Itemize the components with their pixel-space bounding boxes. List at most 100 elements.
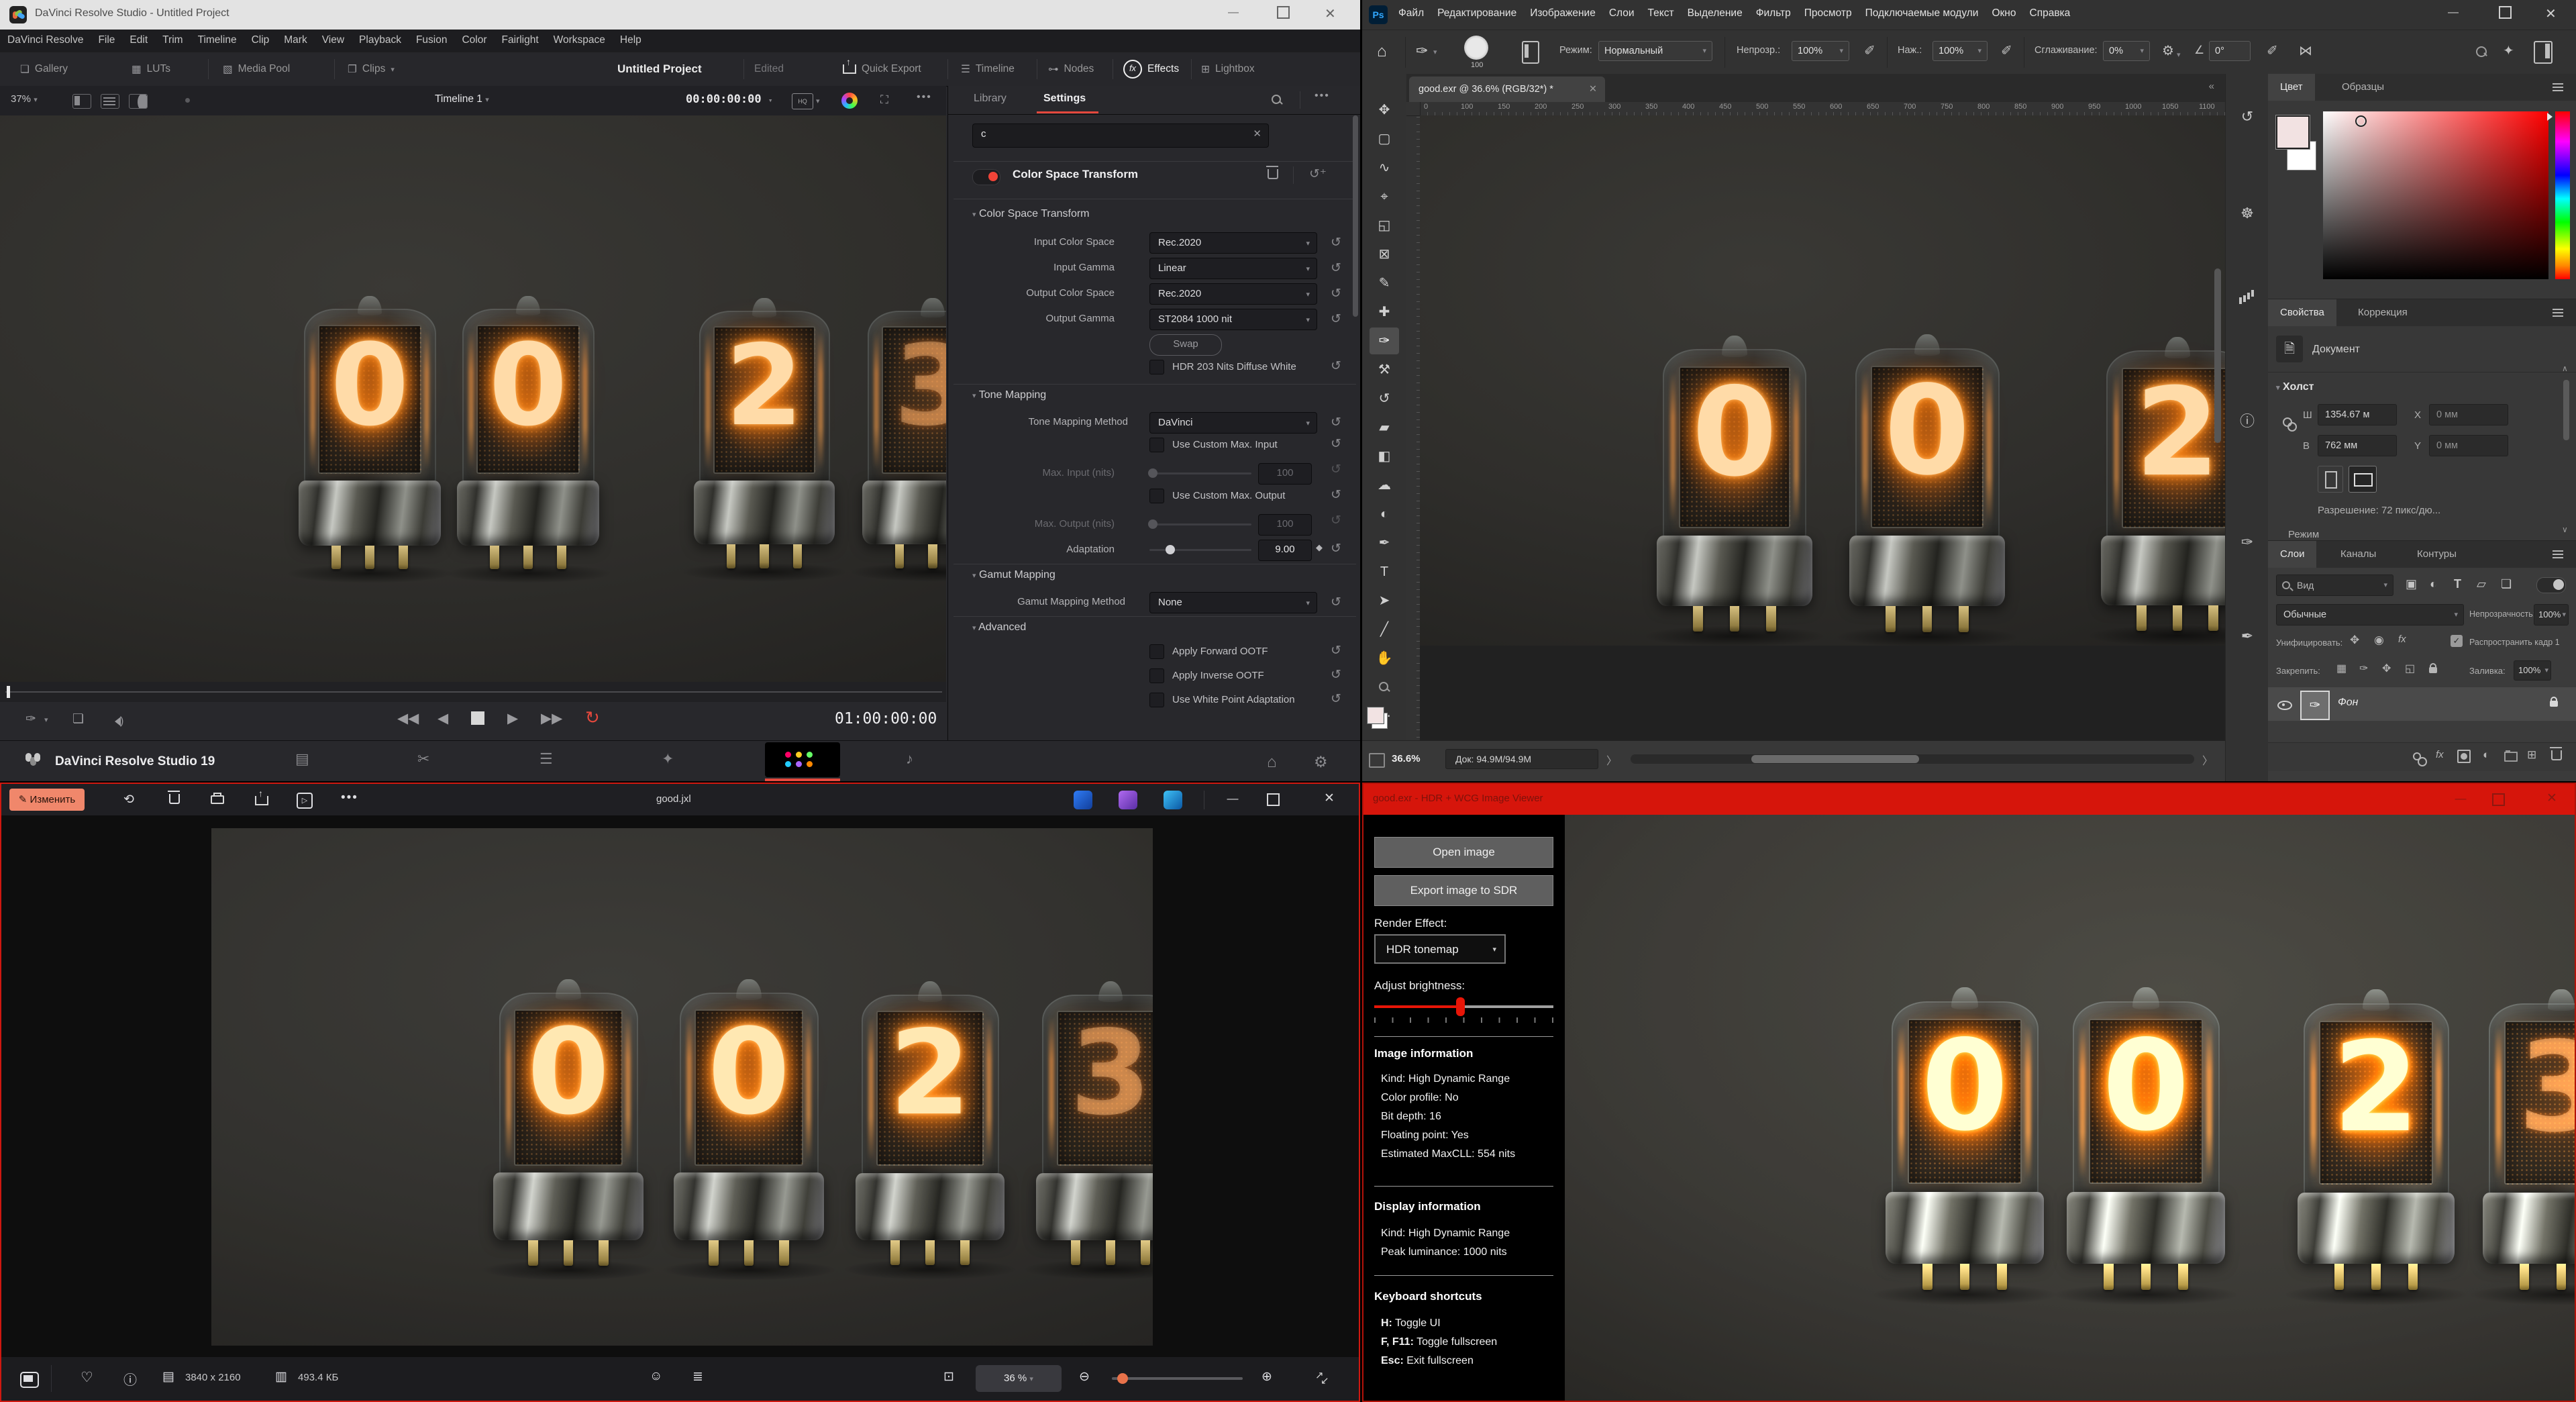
color-wheel-icon[interactable] <box>841 93 858 109</box>
photoshop-menu-item-7[interactable]: Просмотр <box>1798 0 1859 27</box>
split-viewer-icon[interactable] <box>129 94 148 109</box>
crop-tool[interactable]: ◱ <box>1370 212 1399 239</box>
hue-slider[interactable] <box>2555 111 2570 279</box>
clipchamp-app-icon[interactable] <box>1119 791 1137 809</box>
adaptation-value[interactable]: 9.00 <box>1258 540 1312 561</box>
tab-layers[interactable]: Слои <box>2268 541 2316 568</box>
tmm-dropdown[interactable]: DaVinci▾ <box>1149 412 1317 434</box>
slideshow-icon[interactable]: ▷ <box>297 793 313 809</box>
davinci-menu-item-12[interactable]: Workspace <box>546 30 613 51</box>
flow-input[interactable]: 100%▾ <box>1933 41 1988 61</box>
zoom-select[interactable]: 36 % ▾ <box>976 1365 1062 1392</box>
info-icon[interactable]: ⓘ <box>2235 409 2259 434</box>
quick-export-button[interactable]: Quick Export <box>843 52 921 86</box>
photoshop-menu-item-3[interactable]: Слои <box>1602 0 1641 27</box>
gallery-button[interactable]: ❏Gallery <box>20 52 68 86</box>
favorite-icon[interactable]: ♡ <box>81 1369 93 1386</box>
eyedropper-tool[interactable]: ✎ <box>1370 270 1399 297</box>
hdr-image[interactable]: 0023 <box>1565 815 2575 1401</box>
effect-enable-toggle[interactable] <box>972 169 1000 185</box>
page-fusion[interactable]: ✦ <box>662 750 674 768</box>
viewer-zoom-select[interactable]: 37% ▾ <box>11 93 38 105</box>
status-zoom[interactable]: 36.6% <box>1392 753 1421 764</box>
photoshop-menu-item-5[interactable]: Выделение <box>1681 0 1749 27</box>
hdr203-checkbox[interactable] <box>1149 360 1164 374</box>
smoothing-gear-icon[interactable]: ⚙ <box>2162 42 2174 59</box>
eraser-tool[interactable]: ▰ <box>1370 414 1399 441</box>
tab-library[interactable]: Library <box>974 93 1007 105</box>
brush-tool-icon[interactable]: ✑ <box>1416 42 1428 60</box>
go-to-start-icon[interactable]: ◀◀ <box>397 710 419 727</box>
page-fairlight[interactable]: ♪ <box>906 750 913 768</box>
tab-properties[interactable]: Свойства <box>2268 299 2336 326</box>
new-layer-icon[interactable]: ⊞ <box>2527 748 2536 762</box>
unify-visibility-icon[interactable]: ◉ <box>2374 634 2384 647</box>
maximize-icon[interactable] <box>2492 793 2505 806</box>
brush-preview-icon[interactable] <box>1464 36 1488 60</box>
afo-checkbox[interactable] <box>1149 644 1164 659</box>
maximize-icon[interactable] <box>1267 793 1280 806</box>
ocs-dropdown[interactable]: Rec.2020▾ <box>1149 283 1317 305</box>
open-image-button[interactable]: Open image <box>1374 837 1553 868</box>
reset-icon[interactable]: ↺ <box>1331 643 1341 658</box>
symmetry-icon[interactable]: ⋈ <box>2299 42 2312 59</box>
fullscreen-icon[interactable]: ↗ <box>1315 1369 1324 1381</box>
section-cst[interactable]: ▾ Color Space Transform <box>972 208 1090 220</box>
flow-pressure-icon[interactable]: ✐ <box>2001 42 2012 59</box>
print-icon[interactable] <box>211 795 224 804</box>
maximize-icon[interactable] <box>2499 6 2512 19</box>
collapse-tabbar-icon[interactable]: « <box>2209 81 2214 92</box>
document-tab[interactable]: good.exr @ 36.6% (RGB/32*) *✕ <box>1409 77 1605 102</box>
filter-adjustment-icon[interactable]: ◐ <box>2430 577 2437 591</box>
tool-mode-icon[interactable]: ✑ <box>25 711 36 727</box>
dodge-tool[interactable]: ◐ <box>1370 501 1399 528</box>
layer-name[interactable]: Фон <box>2338 697 2358 709</box>
link-layers-icon[interactable] <box>2413 752 2421 760</box>
photos-titlebar[interactable]: ✎ Изменить ⟲ ▷ ••• good.jxl — ✕ <box>1 784 1359 815</box>
section-gamut-mapping[interactable]: ▾ Gamut Mapping <box>972 569 1055 581</box>
history-icon[interactable]: ↺ <box>2235 105 2259 129</box>
path-select-tool[interactable]: ➤ <box>1370 587 1399 614</box>
lasso-tool[interactable]: ∿ <box>1370 154 1399 181</box>
photoshop-menu-item-9[interactable]: Окно <box>1985 0 2022 27</box>
reset-icon[interactable]: ↺ <box>1331 358 1341 374</box>
foreground-swatch[interactable] <box>2276 115 2310 149</box>
lock-move-icon[interactable]: ✥ <box>2382 662 2391 675</box>
layer-row[interactable]: ✑ Фон <box>2268 687 2576 721</box>
photoshop-menu-item-2[interactable]: Изображение <box>1523 0 1602 27</box>
clone-stamp-tool[interactable]: ⚒ <box>1370 356 1399 383</box>
loop-icon[interactable]: ↻ <box>585 707 600 728</box>
photoshop-menu-item-6[interactable]: Фильтр <box>1749 0 1798 27</box>
minimize-icon[interactable]: — <box>1213 784 1252 813</box>
blend-mode-select[interactable]: Обычные▾ <box>2276 604 2464 625</box>
play-icon[interactable]: ▶ <box>507 710 518 727</box>
filter-shape-icon[interactable]: ▱ <box>2477 577 2486 591</box>
filter-toggle[interactable] <box>2536 577 2566 593</box>
timeline-select[interactable]: Timeline 1 ▾ <box>435 93 489 105</box>
davinci-menu-item-3[interactable]: Trim <box>155 30 190 51</box>
fill-input[interactable]: 100%▾ <box>2514 660 2551 681</box>
zoom-in-icon[interactable]: ⊕ <box>1261 1369 1272 1385</box>
reset-icon[interactable]: ↺ <box>1331 541 1341 556</box>
fit-to-window-icon[interactable]: ⊡ <box>943 1369 954 1385</box>
layer-opacity-input[interactable]: 100%▾ <box>2534 604 2569 625</box>
reset-icon[interactable]: ↺ <box>1331 691 1341 707</box>
brush-tool[interactable]: ✑ <box>1370 328 1399 354</box>
ics-dropdown[interactable]: Rec.2020▾ <box>1149 232 1317 254</box>
foreground-color-swatch[interactable] <box>1368 707 1384 723</box>
canvas-vertical-scrollbar[interactable] <box>2214 268 2221 443</box>
brightness-slider[interactable] <box>1374 1005 1553 1008</box>
stop-icon[interactable] <box>471 711 484 725</box>
resolve-viewer-image[interactable]: 0023 <box>0 115 946 682</box>
minimize-icon[interactable]: — <box>1228 7 1239 19</box>
designer-app-icon[interactable] <box>1074 791 1092 809</box>
unify-position-icon[interactable]: ✥ <box>2350 634 2359 647</box>
toggle-brush-panel-icon[interactable] <box>1522 41 1539 64</box>
edit-button[interactable]: ✎ Изменить <box>9 789 85 811</box>
step-back-icon[interactable]: ◀ <box>437 710 448 727</box>
type-tool[interactable]: T <box>1370 558 1399 585</box>
delete-effect-icon[interactable] <box>1268 169 1278 179</box>
tab-channels[interactable]: Каналы <box>2328 541 2388 568</box>
minimize-icon[interactable]: — <box>2448 7 2459 19</box>
reset-icon[interactable]: ↺ <box>1331 311 1341 327</box>
